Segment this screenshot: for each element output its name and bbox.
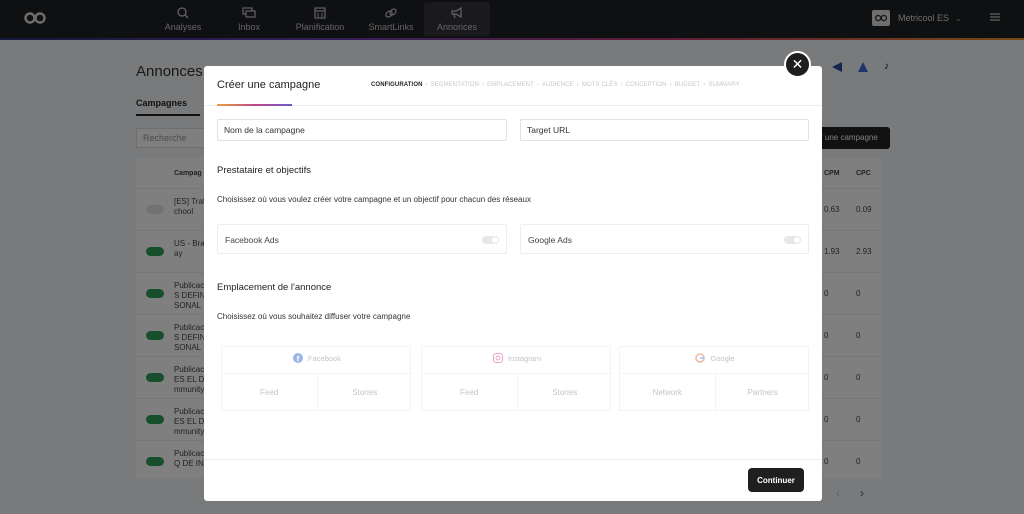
placement-option-google-network[interactable]: Network [620, 374, 716, 411]
placement-option-instagram-stories[interactable]: Stories [518, 374, 613, 411]
create-campaign-modal: Créer une campagne CONFIGURATION › SEGME… [204, 66, 822, 501]
provider-label: Google Ads [528, 235, 572, 245]
placement-option-facebook-feed[interactable]: Feed [222, 374, 318, 411]
step-summary[interactable]: SUMMARY [706, 82, 741, 88]
step-budget[interactable]: BUDGET [673, 82, 703, 88]
placement-option-instagram-feed[interactable]: Feed [422, 374, 518, 411]
providers-section-description: Choisissez où vous voulez créer votre ca… [217, 195, 531, 204]
facebook-ads-toggle[interactable] [482, 236, 499, 244]
placement-options: Feed Stories [222, 373, 412, 411]
placement-network-label: Google [710, 353, 735, 363]
instagram-icon [492, 353, 503, 363]
placement-header: Google [620, 353, 810, 363]
close-modal-button[interactable]: ✕ [784, 51, 811, 78]
svg-text:f: f [297, 355, 300, 364]
target-url-input[interactable]: Target URL [520, 119, 809, 141]
placement-network-label: Facebook [308, 353, 341, 363]
placement-header: Instagram [422, 353, 612, 363]
modal-footer [204, 459, 822, 501]
placement-options: Network Partners [620, 373, 810, 411]
step-conception[interactable]: CONCEPTION [624, 82, 669, 88]
step-segmentation[interactable]: SEGMENTATION [429, 82, 481, 88]
placement-facebook: f Facebook Feed Stories [221, 346, 412, 411]
close-icon: ✕ [791, 56, 804, 72]
placement-header: f Facebook [222, 353, 412, 363]
step-emplacement[interactable]: EMPLACEMENT [485, 82, 536, 88]
placement-options: Feed Stories [422, 373, 612, 411]
facebook-icon: f [293, 353, 304, 364]
placement-network-label: Instagram [507, 353, 542, 363]
modal-title: Créer une campagne [217, 79, 321, 91]
placement-option-facebook-stories[interactable]: Stories [318, 374, 413, 411]
provider-facebook-ads[interactable]: Facebook Ads [217, 224, 507, 254]
continue-button[interactable]: Continuer [748, 468, 804, 492]
campaign-name-input[interactable]: Nom de la campagne [217, 119, 507, 141]
placement-google: Google Network Partners [619, 346, 810, 411]
placement-instagram: Instagram Feed Stories [421, 346, 612, 411]
google-ads-toggle[interactable] [784, 236, 801, 244]
provider-label: Facebook Ads [225, 235, 279, 245]
modal-header: Créer une campagne CONFIGURATION › SEGME… [204, 66, 822, 106]
step-audience[interactable]: AUDIENCE [540, 82, 576, 88]
stepper: CONFIGURATION › SEGMENTATION › EMPLACEME… [369, 82, 742, 88]
google-icon [695, 353, 706, 363]
placement-option-google-partners[interactable]: Partners [716, 374, 811, 411]
step-configuration[interactable]: CONFIGURATION [369, 82, 425, 88]
placement-section-title: Emplacement de l'annonce [217, 282, 332, 293]
step-mots-cles[interactable]: MOTS CLÉS [580, 82, 620, 88]
provider-google-ads[interactable]: Google Ads [520, 224, 809, 254]
providers-section-title: Prestataire et objectifs [217, 165, 311, 176]
title-gradient-underline [217, 104, 292, 106]
placement-section-description: Choisissez où vous souhaitez diffuser vo… [217, 312, 411, 321]
